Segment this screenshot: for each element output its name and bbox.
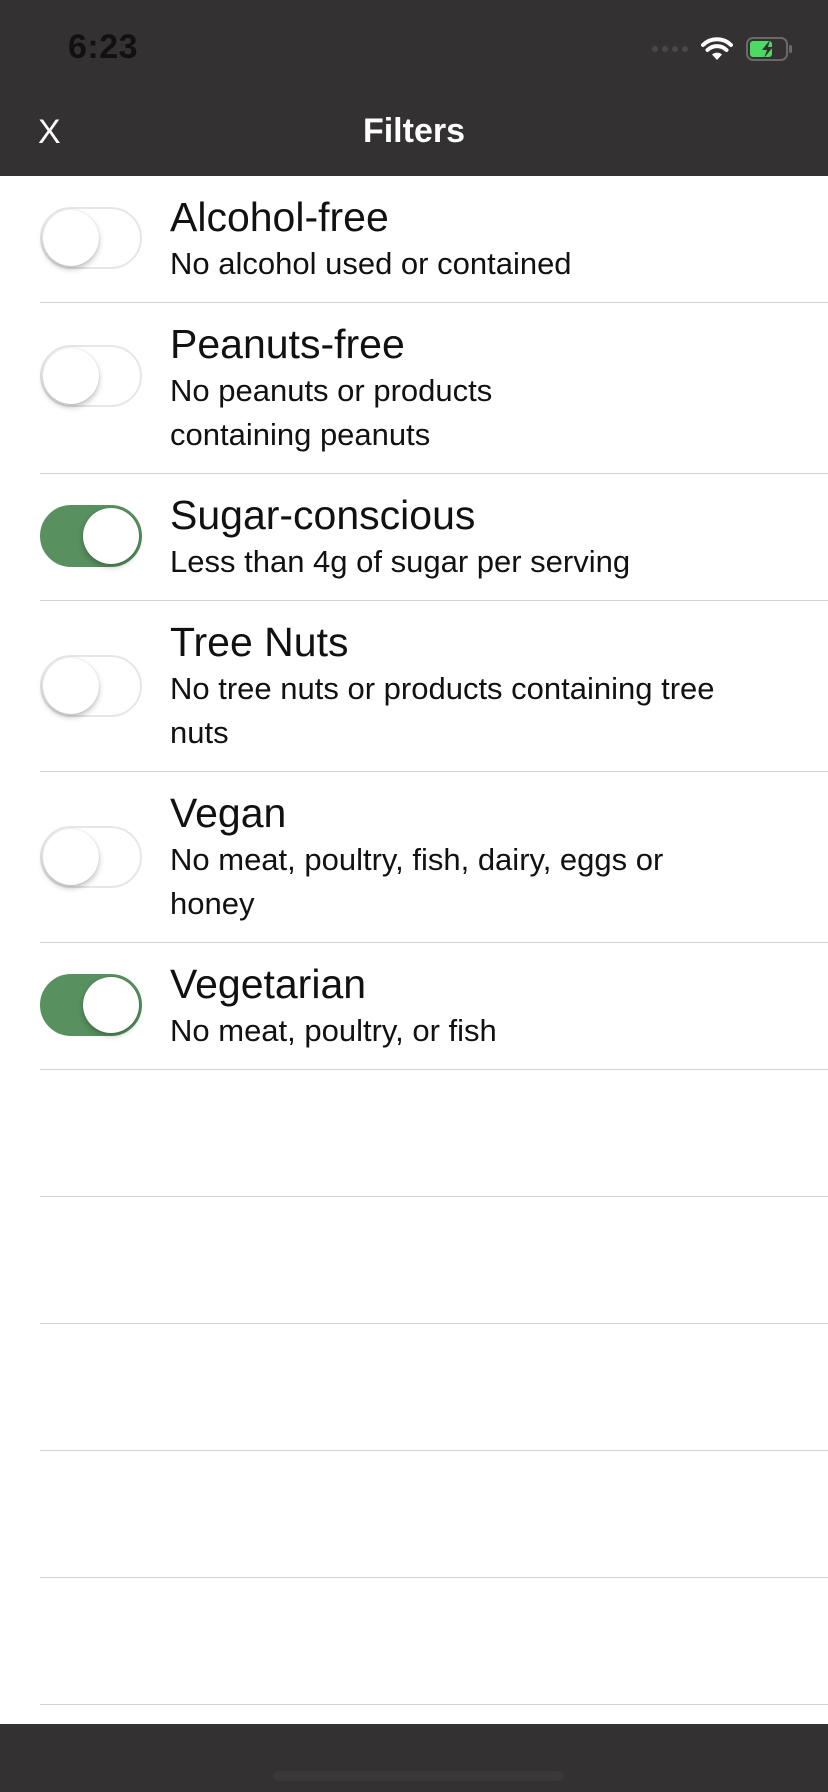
filter-title: Tree Nuts <box>170 619 349 665</box>
page-title: Filters <box>362 112 466 150</box>
filter-row-vegetarian: Vegetarian No meat, poultry, or fish <box>40 943 828 1070</box>
filter-text: Alcohol-free No alcohol used or containe… <box>170 194 770 286</box>
toggle-knob <box>83 508 139 564</box>
filter-text: Vegetarian No meat, poultry, or fish <box>170 961 770 1053</box>
filter-subtitle: No meat, poultry, or fish <box>170 1013 497 1048</box>
filters-screen: 6:23 X Filters Alcohol-free No alcohol u… <box>0 0 828 1792</box>
filter-title: Alcohol-free <box>170 194 389 240</box>
toggle-knob <box>43 348 99 404</box>
filters-list: Alcohol-free No alcohol used or containe… <box>0 176 828 1705</box>
filter-subtitle: No tree nuts or products containing tree… <box>170 671 715 750</box>
filter-subtitle: Less than 4g of sugar per serving <box>170 544 631 579</box>
empty-row <box>40 1451 828 1578</box>
toggle-knob <box>43 210 99 266</box>
tree-nuts-toggle[interactable] <box>40 655 142 717</box>
filter-text: Peanuts-free No peanuts or products cont… <box>170 321 570 457</box>
peanuts-free-toggle[interactable] <box>40 345 142 407</box>
vegan-toggle[interactable] <box>40 826 142 888</box>
filter-row-tree-nuts: Tree Nuts No tree nuts or products conta… <box>40 601 828 772</box>
filter-subtitle: No peanuts or products containing peanut… <box>170 373 493 452</box>
filter-text: Vegan No meat, poultry, fish, dairy, egg… <box>170 790 710 926</box>
filter-title: Sugar-conscious <box>170 492 476 538</box>
filter-row-peanuts-free: Peanuts-free No peanuts or products cont… <box>40 303 828 474</box>
status-indicators <box>652 36 794 62</box>
empty-row <box>40 1070 828 1197</box>
toggle-knob <box>43 829 99 885</box>
filter-text: Sugar-conscious Less than 4g of sugar pe… <box>170 492 770 584</box>
wifi-icon <box>701 37 733 60</box>
filter-title: Peanuts-free <box>170 321 405 367</box>
alcohol-free-toggle[interactable] <box>40 207 142 269</box>
filter-row-alcohol-free: Alcohol-free No alcohol used or containe… <box>40 176 828 303</box>
battery-icon <box>746 37 792 61</box>
bottom-bar <box>0 1724 828 1792</box>
empty-row <box>40 1324 828 1451</box>
filter-title: Vegetarian <box>170 961 367 1007</box>
home-indicator[interactable] <box>274 1771 564 1781</box>
filter-row-sugar-conscious: Sugar-conscious Less than 4g of sugar pe… <box>40 474 828 601</box>
toggle-knob <box>83 977 139 1033</box>
vegetarian-toggle[interactable] <box>40 974 142 1036</box>
filter-subtitle: No meat, poultry, fish, dairy, eggs or h… <box>170 842 664 921</box>
filter-subtitle: No alcohol used or contained <box>170 246 572 281</box>
status-time: 6:23 <box>68 28 139 66</box>
filter-text: Tree Nuts No tree nuts or products conta… <box>170 619 730 755</box>
cellular-signal-icon <box>652 46 688 52</box>
toggle-knob <box>43 658 99 714</box>
empty-row <box>40 1197 828 1324</box>
filter-row-vegan: Vegan No meat, poultry, fish, dairy, egg… <box>40 772 828 943</box>
sugar-conscious-toggle[interactable] <box>40 505 142 567</box>
top-bar: 6:23 X Filters <box>0 0 828 176</box>
filter-title: Vegan <box>170 790 287 836</box>
empty-row <box>40 1578 828 1705</box>
